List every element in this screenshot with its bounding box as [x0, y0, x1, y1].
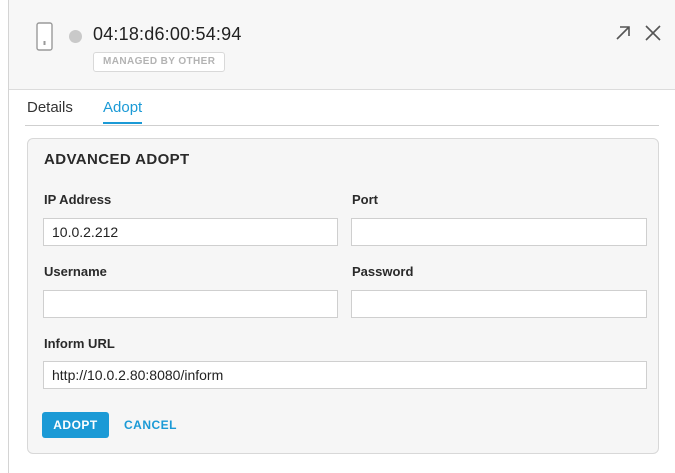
- inform-url-input[interactable]: [43, 361, 647, 389]
- expand-arrow-icon: [616, 26, 630, 40]
- managed-status-badge: MANAGED BY OTHER: [93, 52, 226, 72]
- port-input[interactable]: [351, 218, 647, 246]
- port-label: Port: [352, 192, 378, 207]
- username-input[interactable]: [43, 290, 338, 318]
- adopt-button[interactable]: ADOPT: [42, 412, 109, 438]
- password-input[interactable]: [351, 290, 647, 318]
- ip-address-label: IP Address: [44, 192, 112, 207]
- device-mac-address: 04:18:d6:00:54:94: [93, 24, 242, 44]
- inform-url-label: Inform URL: [44, 336, 115, 351]
- status-indicator: [69, 30, 82, 43]
- password-label: Password: [352, 264, 414, 279]
- advanced-adopt-card: ADVANCED ADOPT IP Address Port Username …: [27, 138, 659, 454]
- close-button[interactable]: [640, 20, 666, 46]
- expand-button[interactable]: [610, 20, 636, 46]
- phone-device-icon: [36, 22, 53, 51]
- ip-address-input[interactable]: [43, 218, 338, 246]
- card-title: ADVANCED ADOPT: [44, 151, 190, 168]
- cancel-button[interactable]: CANCEL: [124, 412, 177, 438]
- tab-details[interactable]: Details: [27, 98, 73, 124]
- device-properties-panel: 04:18:d6:00:54:94 MANAGED BY OTHER Detai…: [8, 0, 675, 473]
- username-label: Username: [44, 264, 107, 279]
- close-icon: [645, 25, 661, 41]
- tab-bar: Details Adopt: [25, 98, 659, 126]
- tab-adopt[interactable]: Adopt: [103, 98, 143, 124]
- panel-header: 04:18:d6:00:54:94 MANAGED BY OTHER: [9, 0, 675, 90]
